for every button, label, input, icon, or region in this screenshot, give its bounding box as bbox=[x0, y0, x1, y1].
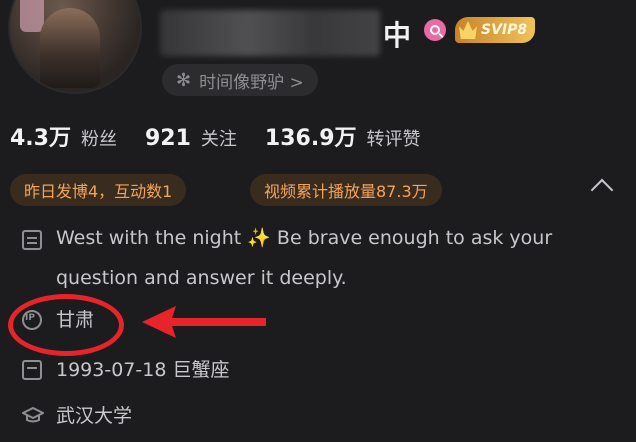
avatar[interactable] bbox=[8, 0, 142, 94]
stat-label: 粉丝 bbox=[80, 129, 117, 150]
document-icon bbox=[22, 230, 42, 250]
birthday-row: 1993-07-18 巨蟹座 bbox=[22, 356, 229, 384]
stat-engagement[interactable]: 136.9万 转评赞 bbox=[265, 120, 421, 152]
avatar-detail bbox=[20, 0, 44, 32]
collapse-chevron-icon[interactable] bbox=[590, 178, 614, 202]
stats-row: 4.3万 粉丝 921 关注 136.9万 转评赞 bbox=[10, 120, 421, 152]
crown-icon bbox=[459, 21, 477, 39]
username-blurred bbox=[160, 10, 380, 56]
annotation-arrow-icon bbox=[142, 306, 266, 338]
username-suffix: 中 bbox=[383, 19, 412, 52]
svip-label: SVIP8 bbox=[481, 22, 528, 38]
search-badge-icon[interactable] bbox=[424, 19, 446, 41]
chip-video-plays[interactable]: 视频累计播放量87.3万 bbox=[250, 174, 442, 206]
bio-text: West with the night ✨ Be brave enough to… bbox=[56, 227, 553, 289]
stat-label: 关注 bbox=[200, 129, 237, 150]
school-text: 武汉大学 bbox=[56, 405, 133, 427]
svip-badge[interactable]: SVIP8 bbox=[455, 17, 536, 43]
stat-value: 921 bbox=[144, 126, 191, 151]
chip-yesterday-posts[interactable]: 昨日发博4，互动数1 bbox=[10, 174, 187, 206]
stat-followers[interactable]: 4.3万 粉丝 bbox=[10, 120, 117, 152]
annotation-circle bbox=[8, 294, 124, 356]
avatar-figure bbox=[40, 8, 100, 88]
birthday-text: 1993-07-18 巨蟹座 bbox=[56, 359, 230, 381]
graduation-cap-icon bbox=[22, 406, 44, 426]
stat-value: 4.3万 bbox=[10, 126, 71, 151]
calendar-icon bbox=[22, 360, 42, 380]
stat-label: 转评赞 bbox=[366, 129, 421, 150]
profile-tag-label: 时间像野驴 > bbox=[199, 72, 304, 93]
profile-tag-pill[interactable]: ✻ 时间像野驴 > bbox=[162, 64, 318, 96]
stat-following[interactable]: 921 关注 bbox=[145, 125, 237, 151]
bio-row: West with the night ✨ Be brave enough to… bbox=[22, 226, 576, 298]
snowflake-icon: ✻ bbox=[176, 69, 192, 91]
school-row: 武汉大学 bbox=[22, 402, 132, 430]
stat-value: 136.9万 bbox=[264, 126, 357, 151]
